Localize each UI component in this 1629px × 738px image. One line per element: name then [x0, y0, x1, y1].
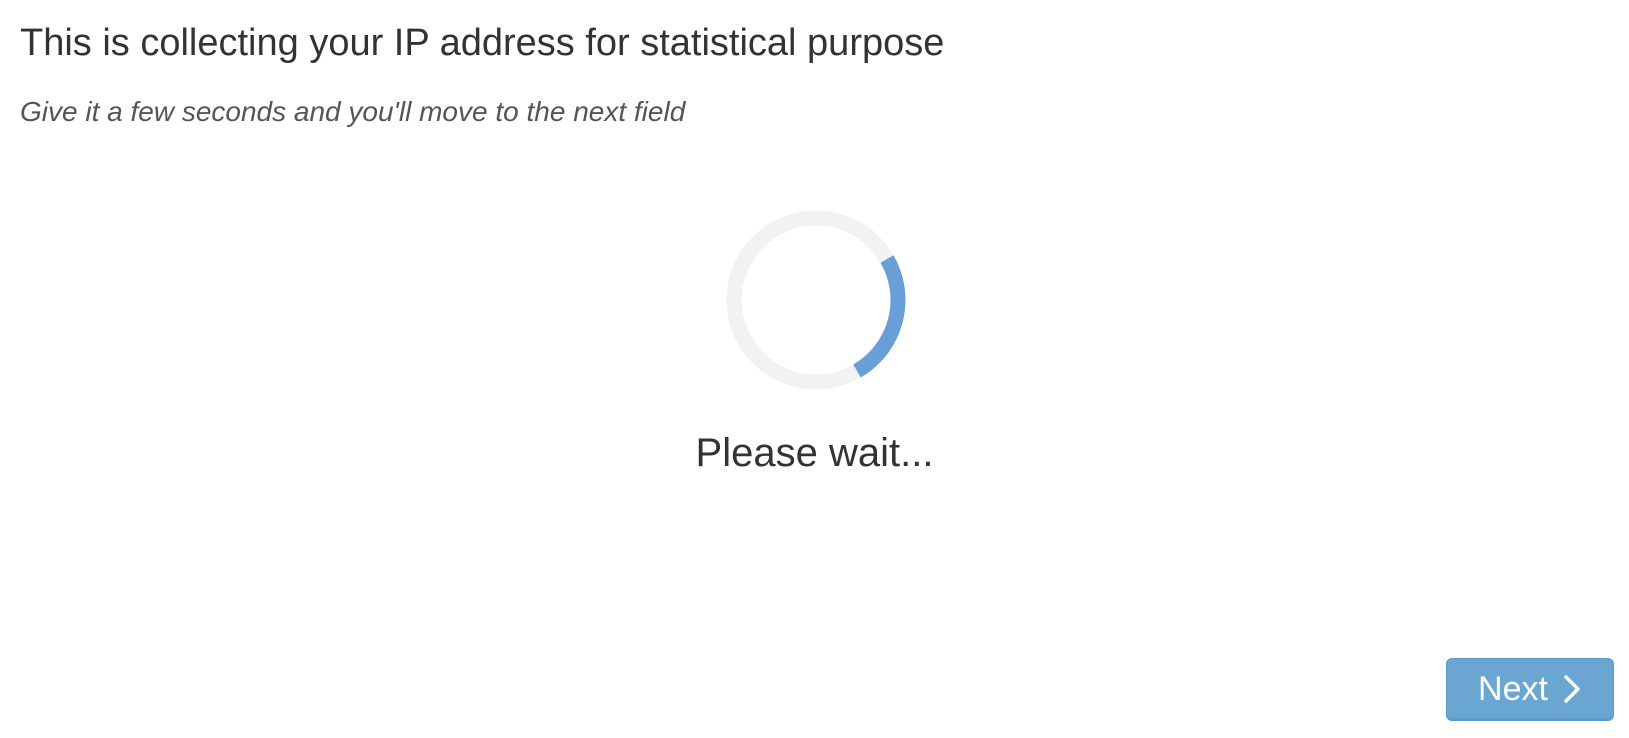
- next-button[interactable]: Next: [1446, 658, 1614, 721]
- loading-status-text: Please wait...: [695, 431, 934, 475]
- next-button-label: Next: [1478, 669, 1548, 708]
- question-title: This is collecting your IP address for s…: [20, 22, 945, 64]
- spinner-arc: [853, 255, 906, 378]
- chevron-right-icon: [1562, 674, 1582, 704]
- question-description: Give it a few seconds and you'll move to…: [20, 96, 686, 127]
- loading-spinner-icon: [725, 209, 907, 391]
